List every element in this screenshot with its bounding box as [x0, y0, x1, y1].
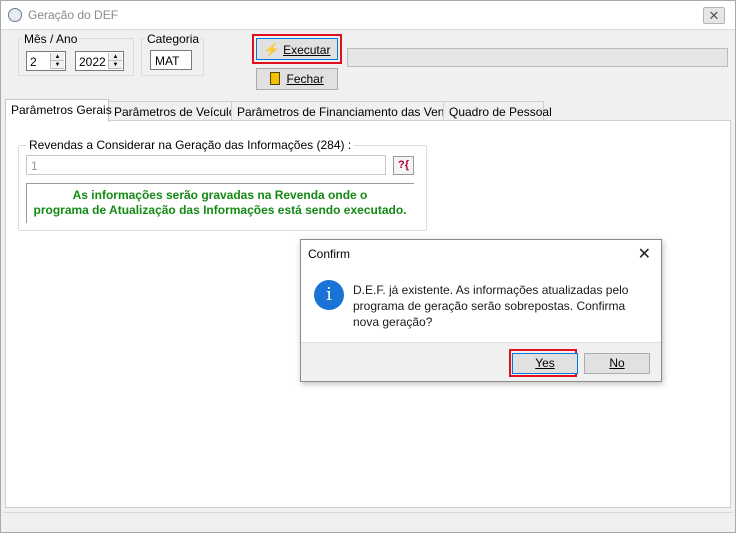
- year-value: 2022: [79, 55, 106, 69]
- no-button[interactable]: No: [584, 353, 650, 374]
- progress-bar: [347, 48, 728, 67]
- yes-button-label: Yes: [535, 356, 555, 370]
- yes-button[interactable]: Yes: [512, 353, 578, 374]
- status-bar: [3, 512, 733, 531]
- run-button-label: Executar: [283, 43, 331, 57]
- year-spin-arrows[interactable]: ▲ ▼: [108, 53, 122, 69]
- title-bar: Geração do DEF ✕: [1, 1, 735, 30]
- tab-vehicles[interactable]: Parâmetros de Veículos: [108, 101, 241, 121]
- period-label: Mês / Ano: [22, 32, 80, 46]
- close-form-button[interactable]: Fechar: [256, 68, 338, 90]
- window-title: Geração do DEF: [28, 8, 119, 22]
- month-spin-arrows[interactable]: ▲ ▼: [50, 53, 64, 69]
- info-message-line-1: As informações serão gravadas na Revenda…: [72, 188, 368, 202]
- lookup-icon: ?{: [398, 159, 409, 171]
- dialog-message: D.E.F. já existente. As informações atua…: [353, 283, 629, 329]
- year-spinner[interactable]: 2022 ▲ ▼: [75, 51, 124, 71]
- information-icon: i: [314, 280, 344, 310]
- tab-financing[interactable]: Parâmetros de Financiamento das Vendas: [231, 101, 464, 121]
- app-logo-icon: [8, 8, 22, 22]
- tab-general[interactable]: Parâmetros Gerais: [5, 99, 112, 122]
- dealers-lookup-button[interactable]: ?{: [393, 156, 414, 175]
- dialog-footer: Yes No: [301, 342, 661, 381]
- info-message: As informações serão gravadas na Revenda…: [30, 188, 410, 218]
- exit-door-icon: [270, 72, 281, 85]
- dialog-title: Confirm: [308, 247, 351, 261]
- lightning-icon: ⚡: [263, 42, 280, 57]
- tab-staff[interactable]: Quadro de Pessoal: [443, 101, 552, 121]
- run-button[interactable]: ⚡ Executar: [256, 38, 338, 60]
- window-close-button[interactable]: ✕: [703, 7, 725, 24]
- month-spinner[interactable]: 2 ▲ ▼: [26, 51, 66, 71]
- dealers-field[interactable]: 1: [26, 155, 386, 175]
- dealers-label: Revendas a Considerar na Geração das Inf…: [26, 138, 355, 152]
- info-message-line-2: programa de Atualização das Informações …: [33, 203, 407, 217]
- close-form-label: Fechar: [286, 72, 324, 86]
- dialog-close-icon[interactable]: ✕: [638, 244, 651, 264]
- main-window: Geração do DEF ✕ Mês / Ano 2 ▲ ▼ 2022 ▲ ▼ …: [0, 0, 736, 533]
- category-field[interactable]: MAT: [150, 50, 192, 70]
- category-label: Categoria: [145, 32, 202, 46]
- confirm-dialog: Confirm ✕ i D.E.F. já existente. As info…: [300, 239, 662, 382]
- month-value: 2: [30, 55, 37, 69]
- no-button-label: No: [609, 356, 625, 370]
